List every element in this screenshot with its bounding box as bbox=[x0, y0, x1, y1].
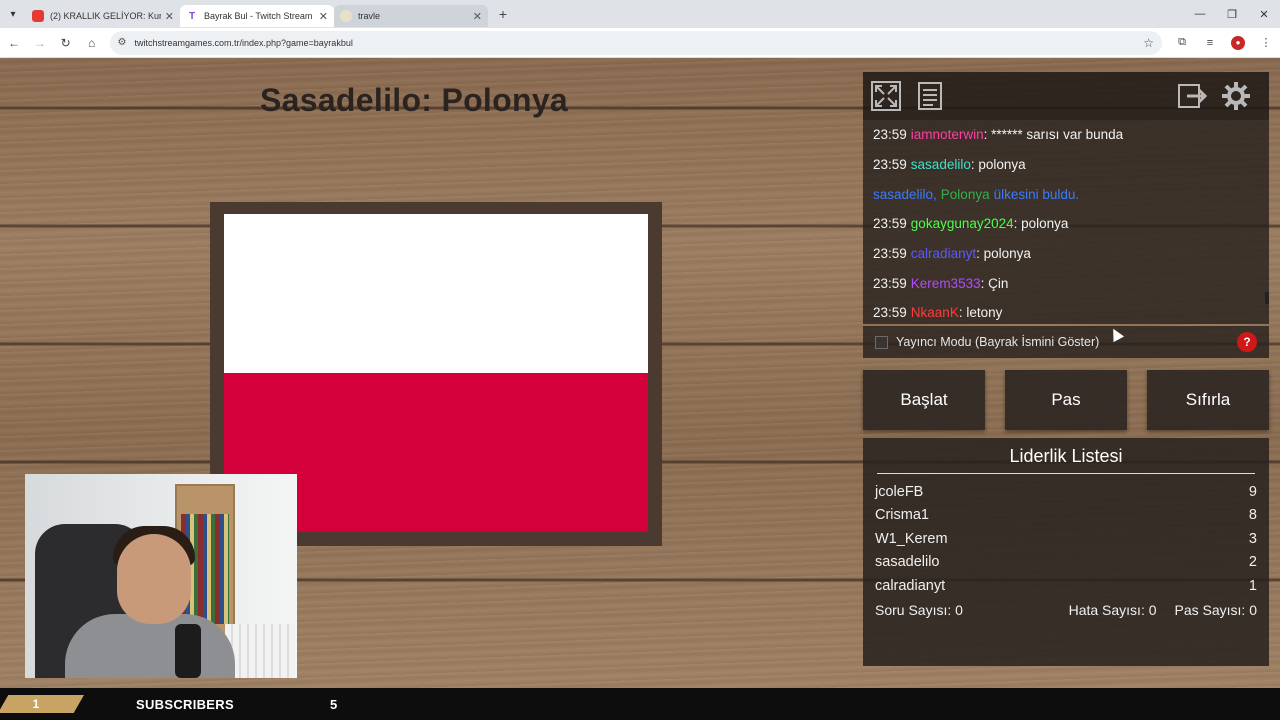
bookmark-star-icon[interactable]: ☆ bbox=[1143, 36, 1154, 50]
tab-title: travle bbox=[358, 11, 381, 21]
fullscreen-icon[interactable] bbox=[869, 79, 903, 113]
browser-tab-bar: ▾ (2) KRALLIK GELİYOR: Kurtuluş ✕ T Bayr… bbox=[0, 0, 1280, 28]
found-country: Polonya bbox=[940, 186, 990, 202]
travle-favicon-icon bbox=[340, 10, 352, 22]
chat-username: iamnoterwin bbox=[910, 127, 984, 143]
chat-text: : polonya bbox=[970, 157, 1026, 173]
close-tab-icon[interactable]: ✕ bbox=[473, 10, 482, 23]
chat-username: sasadelilo, bbox=[873, 186, 937, 202]
panel-toolbar bbox=[863, 72, 1269, 120]
close-window-icon[interactable]: ✕ bbox=[1248, 0, 1280, 28]
leaderboard-row: jcoleFB 9 bbox=[875, 483, 1257, 500]
tab-title: Bayrak Bul - Twitch Stream Gam bbox=[204, 11, 315, 21]
tsg-favicon-icon: T bbox=[186, 10, 198, 22]
pass-button[interactable]: Pas bbox=[1005, 370, 1127, 430]
browser-tab-travle[interactable]: travle ✕ bbox=[334, 5, 488, 27]
tab-search-chevron-icon[interactable]: ▾ bbox=[0, 0, 26, 28]
game-control-buttons: Başlat Pas Sıfırla bbox=[863, 370, 1269, 430]
flag-white-stripe bbox=[224, 214, 648, 373]
window-controls: — ❐ ✕ bbox=[1184, 0, 1280, 28]
game-side-panel: 23:59 iamnoterwin : ****** sarısı var bu… bbox=[863, 72, 1269, 666]
url-text: twitchstreamgames.com.tr/index.php?game=… bbox=[134, 37, 353, 48]
chat-username: sasadelilo bbox=[910, 157, 971, 173]
chat-message: 23:59 calradianyt : polonya bbox=[873, 246, 1031, 262]
media-control-icon[interactable]: ≡ bbox=[1196, 31, 1224, 55]
chat-username: Kerem3533 bbox=[910, 275, 981, 291]
chat-message: 23:59 gokaygunay2024 : polonya bbox=[873, 216, 1069, 232]
new-tab-plus-icon[interactable]: + bbox=[492, 3, 514, 25]
browser-tab-bayrak-bul[interactable]: T Bayrak Bul - Twitch Stream Gam ✕ bbox=[180, 5, 334, 27]
restore-icon[interactable]: ❐ bbox=[1216, 0, 1248, 28]
tab-title: (2) KRALLIK GELİYOR: Kurtuluş bbox=[50, 11, 161, 21]
chat-message: 23:59 Kerem3533 : Çin bbox=[873, 275, 1009, 291]
chat-scrollbar[interactable] bbox=[1265, 292, 1269, 304]
game-stats: Soru Sayısı: 0 Hata Sayısı: 0 Pas Sayısı… bbox=[875, 598, 1257, 622]
start-button[interactable]: Başlat bbox=[863, 370, 985, 430]
close-tab-icon[interactable]: ✕ bbox=[165, 10, 174, 23]
ticker-label: SUBSCRIBERS bbox=[136, 696, 234, 712]
address-bar-row: ← → ↻ ⌂ ⚙ twitchstreamgames.com.tr/index… bbox=[0, 28, 1280, 58]
ticker-badge: 1 bbox=[0, 695, 84, 713]
youtube-favicon-icon bbox=[32, 10, 44, 22]
reload-icon[interactable]: ↻ bbox=[54, 31, 78, 55]
help-question-icon[interactable]: ? bbox=[1237, 332, 1257, 352]
back-arrow-icon[interactable]: ← bbox=[2, 31, 26, 55]
chat-text: : polonya bbox=[976, 246, 1031, 262]
game-page: Sasadelilo: Polonya 23:59 iamnoterwin: … bbox=[0, 58, 1280, 688]
error-count: Hata Sayısı: 0 bbox=[1068, 601, 1157, 618]
extensions-puzzle-icon[interactable]: ⧉ bbox=[1168, 31, 1196, 55]
leaderboard-row: Crisma1 8 bbox=[875, 507, 1257, 524]
streamer-webcam bbox=[25, 474, 297, 678]
chat-text: : letony bbox=[958, 305, 1003, 321]
leaderboard-title: Liderlik Listesi bbox=[877, 446, 1255, 474]
chat-text: : polonya bbox=[1013, 216, 1069, 232]
browser-tab-youtube[interactable]: (2) KRALLIK GELİYOR: Kurtuluş ✕ bbox=[26, 5, 180, 27]
found-text: ülkesini buldu. bbox=[993, 186, 1080, 202]
browser-menu-kebab-icon[interactable]: ⋮ bbox=[1252, 31, 1280, 55]
chat-message: 23:59 iamnoterwin : ****** sarısı var bu… bbox=[873, 127, 1124, 143]
question-count: Soru Sayısı: 0 bbox=[875, 601, 963, 618]
chat-username: NkaanK bbox=[910, 305, 959, 321]
chat-text: : ****** sarısı var bunda bbox=[983, 127, 1124, 143]
subscriber-ticker: 1 SUBSCRIBERS 5 bbox=[0, 688, 1280, 720]
leaderboard-row: sasadelilo 2 bbox=[875, 554, 1257, 571]
close-tab-icon[interactable]: ✕ bbox=[319, 10, 328, 23]
minimize-icon[interactable]: — bbox=[1184, 0, 1216, 28]
chat-system-message: sasadelilo, Polonya ülkesini buldu. bbox=[873, 179, 1259, 209]
forward-arrow-icon[interactable]: → bbox=[28, 31, 52, 55]
leaderboard-row: W1_Kerem 3 bbox=[875, 530, 1257, 547]
pass-count: Pas Sayısı: 0 bbox=[1174, 601, 1257, 618]
page-title: Sasadelilo: Polonya bbox=[260, 82, 569, 118]
leaderboard-row: calradianyt 1 bbox=[875, 577, 1257, 594]
chat-message: 23:59 sasadelilo : polonya bbox=[873, 157, 1026, 173]
site-info-icon[interactable]: ⚙ bbox=[118, 37, 127, 48]
exit-icon[interactable] bbox=[1175, 79, 1209, 113]
streamer-mode-label[interactable]: Yayıncı Modu (Bayrak İsmini Göster) bbox=[896, 335, 1099, 349]
leaderboard: Liderlik Listesi jcoleFB 9 Crisma1 8 W1_… bbox=[863, 438, 1269, 666]
ticker-count: 5 bbox=[329, 696, 338, 712]
chat-text: : Çin bbox=[980, 275, 1009, 291]
streamer-mode-row: Yayıncı Modu (Bayrak İsmini Göster) ? bbox=[863, 326, 1269, 358]
chat-username: gokaygunay2024 bbox=[910, 216, 1014, 232]
url-omnibox[interactable]: ⚙ twitchstreamgames.com.tr/index.php?gam… bbox=[109, 30, 1162, 55]
document-icon[interactable] bbox=[913, 79, 947, 113]
settings-gear-icon[interactable] bbox=[1219, 79, 1253, 113]
profile-avatar-icon[interactable]: ● bbox=[1231, 35, 1245, 50]
chat-message: 23:59 NkaanK : letony bbox=[873, 305, 1003, 321]
streamer-mode-checkbox[interactable] bbox=[875, 335, 888, 349]
home-icon[interactable]: ⌂ bbox=[80, 31, 104, 55]
chat-username: calradianyt bbox=[910, 246, 977, 262]
chat-log: 23:59 iamnoterwin : ****** sarısı var bu… bbox=[863, 120, 1269, 324]
reset-button[interactable]: Sıfırla bbox=[1147, 370, 1269, 430]
